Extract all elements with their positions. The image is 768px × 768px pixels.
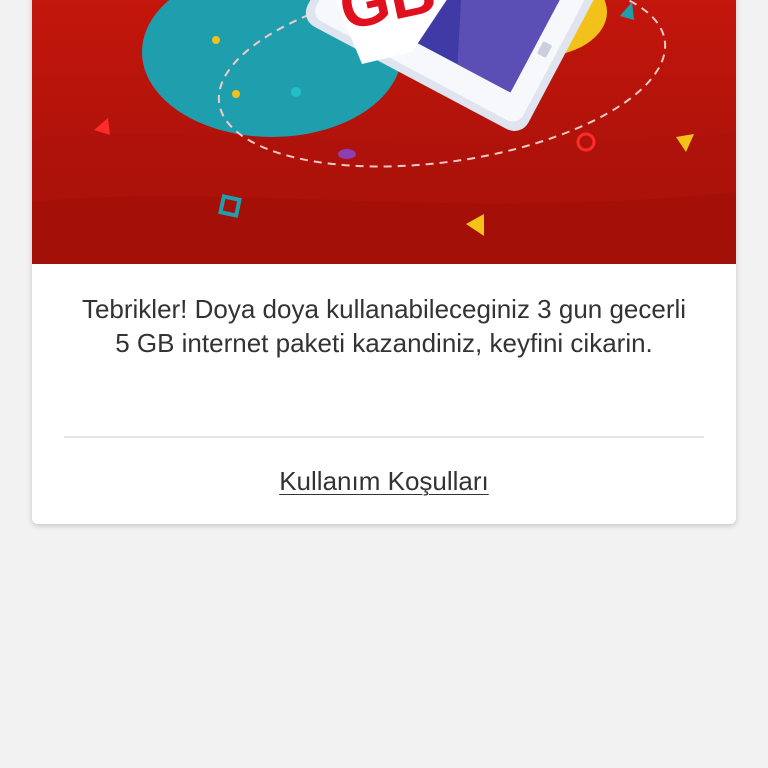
divider: [64, 436, 704, 438]
confetti-dot: [291, 87, 301, 97]
confetti-dot: [232, 90, 240, 98]
confetti-dot: [338, 149, 356, 159]
banner-wave-2: [32, 192, 736, 264]
confetti-dot: [212, 36, 220, 44]
promo-banner: GB: [32, 0, 736, 264]
promo-card: GB Tebrikler! Doya doya kullanabilecegin…: [32, 0, 736, 524]
terms-of-use-link[interactable]: Kullanım Koşulları: [32, 464, 736, 498]
congratulations-message: Tebrikler! Doya doya kullanabileceginiz …: [81, 294, 687, 358]
